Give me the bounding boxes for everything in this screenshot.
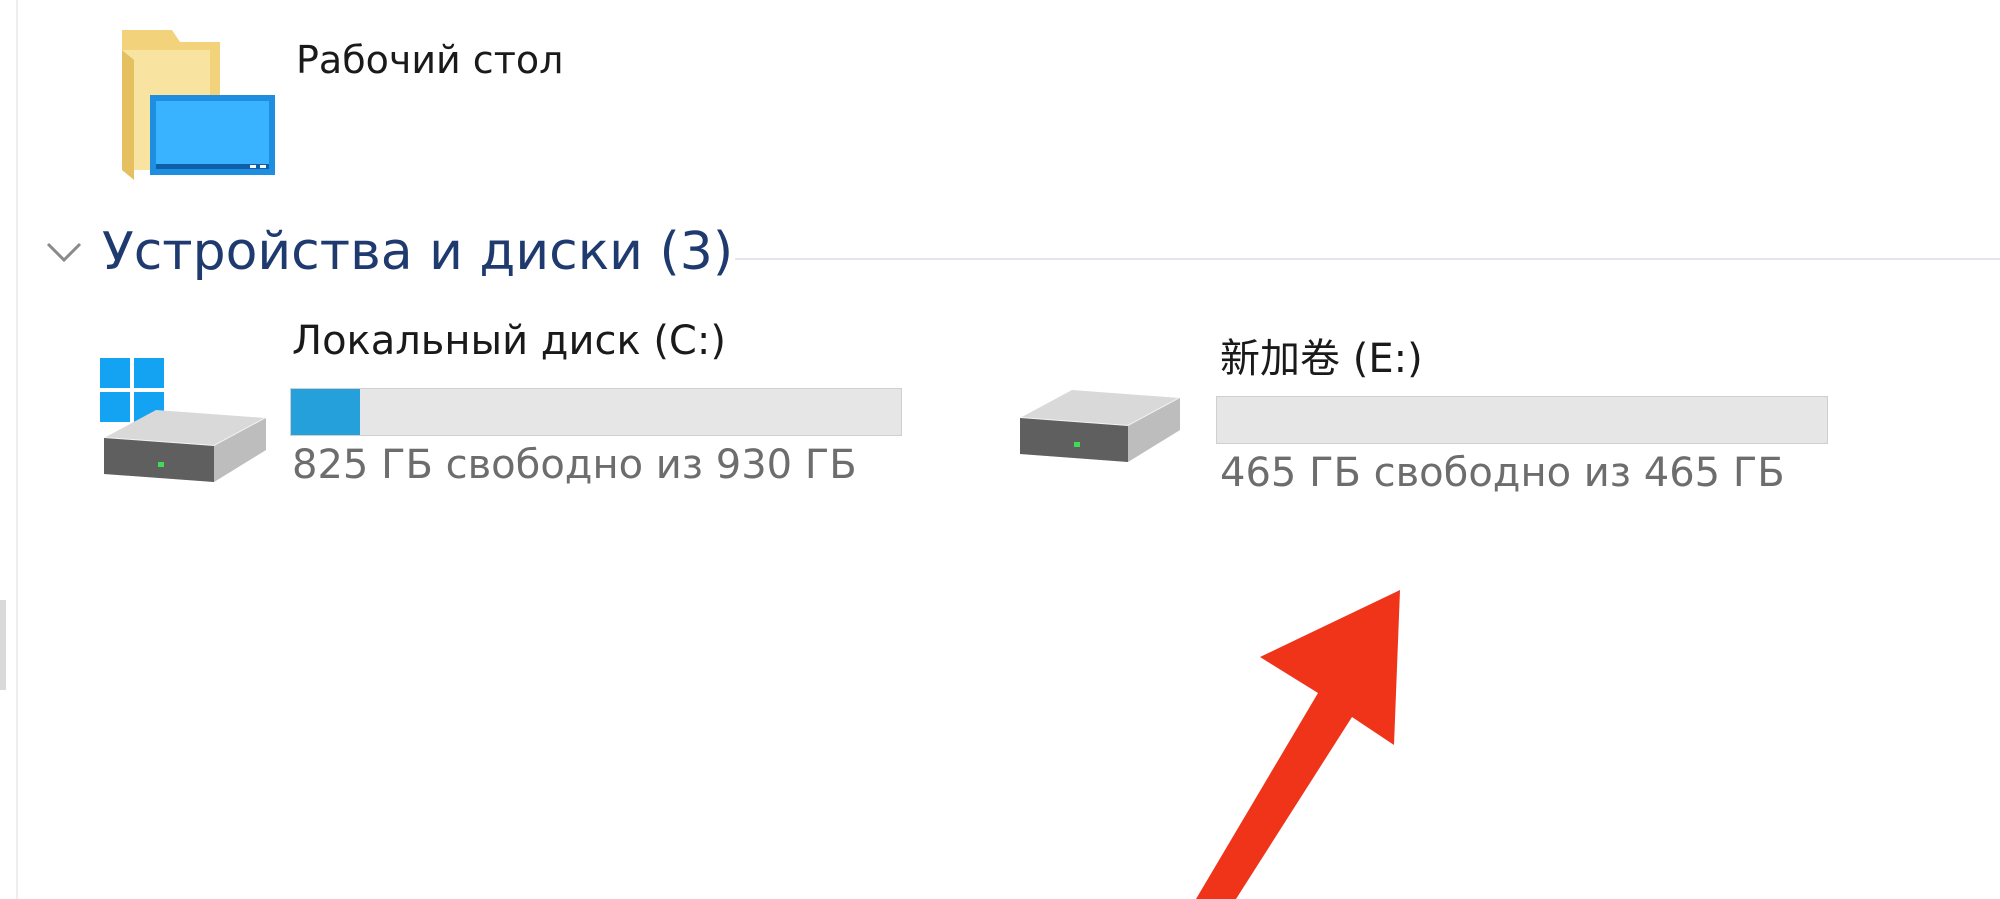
- desktop-folder-icon: [122, 30, 275, 180]
- scrollbar-thumb[interactable]: [0, 600, 6, 690]
- desktop-folder-item[interactable]: Рабочий стол: [110, 10, 610, 180]
- hard-drive-icon: [1019, 390, 1180, 462]
- drive-usage-bar: [290, 388, 902, 436]
- drive-item-c[interactable]: Локальный диск (C:) 825 ГБ свободно из 9…: [96, 318, 916, 508]
- file-explorer-this-pc: Рабочий стол Устройства и диски (3) Лока…: [0, 0, 2000, 899]
- drive-name: 新加卷 (E:): [1220, 336, 1423, 382]
- drive-item-e[interactable]: 新加卷 (E:) 465 ГБ свободно из 465 ГБ: [1010, 326, 1830, 516]
- chevron-down-icon[interactable]: [44, 232, 84, 272]
- devices-group-title: Устройства и диски (3): [102, 222, 734, 282]
- navigation-pane-edge: [0, 0, 18, 899]
- devices-and-drives-header[interactable]: Устройства и диски (3): [40, 222, 2000, 292]
- drive-usage-bar: [1216, 396, 1828, 444]
- windows-system-drive-icon: [100, 358, 266, 482]
- red-arrow-icon: [1196, 590, 1400, 899]
- drive-usage-fill: [291, 389, 360, 435]
- drive-free-space: 465 ГБ свободно из 465 ГБ: [1220, 450, 1785, 496]
- drive-free-space: 825 ГБ свободно из 930 ГБ: [292, 442, 857, 488]
- group-divider: [735, 258, 2000, 260]
- drive-name: Локальный диск (C:): [292, 318, 726, 364]
- desktop-label: Рабочий стол: [296, 38, 564, 82]
